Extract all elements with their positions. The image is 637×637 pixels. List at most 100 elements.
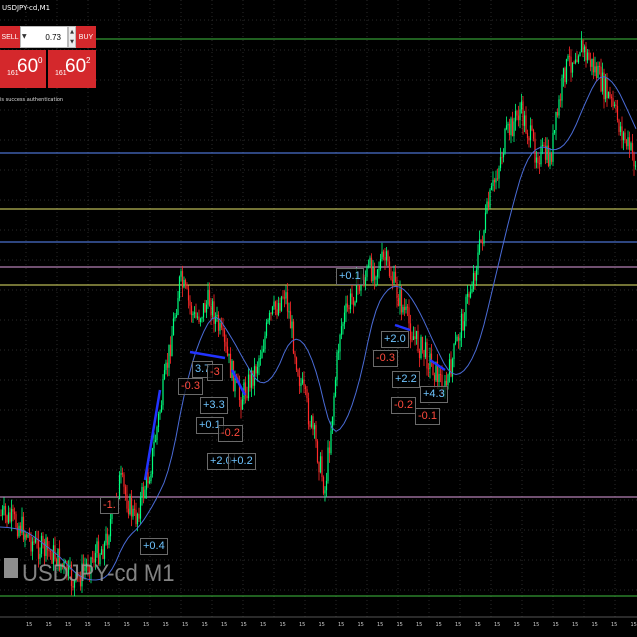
candle-body bbox=[571, 62, 574, 73]
lot-size-field[interactable]: ▼ bbox=[20, 26, 68, 48]
candle-body bbox=[190, 305, 193, 316]
candle-body bbox=[340, 326, 343, 335]
time-tick-label: 15 bbox=[611, 622, 618, 628]
candle-body bbox=[285, 292, 287, 299]
candle-body bbox=[562, 68, 565, 78]
candle-body bbox=[502, 152, 505, 158]
candlesticks bbox=[0, 31, 637, 597]
candle-body bbox=[195, 312, 197, 318]
chart-canvas[interactable] bbox=[0, 0, 637, 637]
candle-body bbox=[192, 313, 194, 316]
candle-body bbox=[399, 289, 401, 306]
candle-body bbox=[286, 292, 289, 312]
candle-body bbox=[274, 301, 277, 310]
candle-body bbox=[151, 448, 154, 475]
candle-body bbox=[411, 339, 413, 341]
candle-body bbox=[213, 301, 215, 324]
candle-body bbox=[249, 374, 251, 388]
candle-body bbox=[193, 312, 196, 314]
candle-body bbox=[601, 72, 604, 92]
candle-body bbox=[513, 121, 515, 137]
candle-body bbox=[540, 145, 542, 165]
candle-body bbox=[129, 495, 131, 515]
candle-body bbox=[391, 279, 394, 284]
candle-body bbox=[324, 490, 326, 494]
candle-body bbox=[460, 313, 463, 339]
candle-body bbox=[448, 359, 451, 375]
candle-body bbox=[294, 353, 296, 358]
candle-body bbox=[163, 370, 166, 380]
time-tick-label: 15 bbox=[572, 622, 579, 628]
candle-body bbox=[426, 342, 428, 369]
watermark-square-icon bbox=[4, 558, 18, 578]
candle-body bbox=[406, 306, 409, 308]
candle-body bbox=[225, 341, 227, 347]
candle-body bbox=[279, 303, 281, 311]
candle-body bbox=[222, 327, 224, 331]
candle-body bbox=[529, 125, 532, 141]
lot-size-input[interactable] bbox=[29, 30, 61, 44]
candle-body bbox=[450, 359, 452, 377]
candle-body bbox=[330, 430, 332, 454]
time-tick-label: 15 bbox=[338, 622, 345, 628]
candle-body bbox=[561, 77, 563, 101]
candle-body bbox=[240, 399, 242, 410]
candle-body bbox=[205, 304, 208, 313]
time-tick-label: 15 bbox=[416, 622, 423, 628]
candle-body bbox=[292, 321, 295, 354]
candle-body bbox=[559, 99, 562, 101]
candle-body bbox=[24, 534, 26, 540]
candle-body bbox=[49, 550, 52, 552]
candle-body bbox=[297, 369, 299, 376]
bid-price-button[interactable]: 161 60 0 bbox=[0, 50, 46, 88]
candle-body bbox=[414, 336, 416, 339]
candle-body bbox=[456, 336, 458, 342]
candle-body bbox=[252, 370, 254, 386]
trade-connector-line bbox=[394, 323, 411, 332]
candle-body bbox=[198, 316, 200, 322]
candle-body bbox=[160, 405, 163, 412]
candle-body bbox=[552, 132, 554, 162]
price-chart[interactable] bbox=[0, 0, 637, 637]
candle-body bbox=[628, 137, 631, 150]
candle-body bbox=[321, 456, 323, 478]
candle-body bbox=[379, 259, 382, 269]
candle-body bbox=[130, 495, 133, 517]
candle-body bbox=[207, 290, 209, 305]
candle-body bbox=[339, 334, 341, 352]
candle-body bbox=[606, 78, 608, 99]
candle-body bbox=[178, 276, 181, 299]
candle-body bbox=[483, 230, 485, 244]
candle-body bbox=[505, 125, 508, 129]
candle-body bbox=[375, 276, 377, 280]
candle-body bbox=[486, 201, 488, 213]
candle-body bbox=[345, 303, 347, 313]
ask-price-button[interactable]: 161 60 2 bbox=[48, 50, 96, 88]
candle-body bbox=[595, 66, 598, 79]
candle-body bbox=[307, 398, 310, 425]
sell-button[interactable]: SELL bbox=[0, 26, 20, 48]
buy-button[interactable]: BUY bbox=[76, 26, 96, 48]
candle-body bbox=[217, 314, 220, 331]
candle-body bbox=[7, 512, 10, 523]
time-tick-label: 15 bbox=[104, 622, 111, 628]
lot-stepper[interactable]: ▲ ▼ bbox=[68, 26, 76, 48]
chevron-up-icon[interactable]: ▲ bbox=[70, 29, 74, 35]
candle-body bbox=[625, 139, 628, 147]
time-tick-label: 15 bbox=[435, 622, 442, 628]
candle-body bbox=[439, 374, 442, 376]
candle-body bbox=[241, 399, 244, 410]
horizontal-levels[interactable] bbox=[0, 38, 637, 597]
candle-body bbox=[210, 305, 212, 316]
candle-body bbox=[120, 472, 122, 475]
candle-body bbox=[301, 379, 304, 384]
candle-body bbox=[423, 350, 425, 358]
trade-result-label: -0.2 bbox=[218, 425, 243, 442]
candle-body bbox=[364, 277, 367, 285]
chevron-down-icon[interactable]: ▼ bbox=[22, 33, 27, 40]
candle-body bbox=[592, 58, 595, 73]
time-tick-label: 15 bbox=[474, 622, 481, 628]
chevron-down-icon[interactable]: ▼ bbox=[70, 39, 74, 45]
candle-body bbox=[556, 111, 559, 116]
candle-body bbox=[267, 319, 269, 323]
